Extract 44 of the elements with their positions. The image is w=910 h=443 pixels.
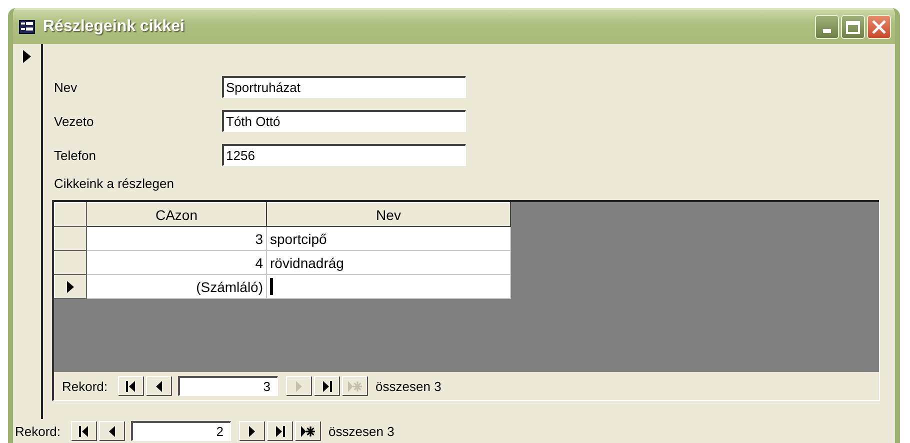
row-selector[interactable]: [54, 274, 86, 298]
column-header[interactable]: Nev: [266, 202, 510, 226]
column-header[interactable]: CAzon: [86, 202, 266, 226]
form-icon: [19, 20, 35, 34]
record-number-field[interactable]: 2: [130, 421, 231, 441]
last-record-button[interactable]: [266, 421, 293, 441]
window-title: Részlegeink cikkei: [43, 18, 186, 36]
previous-record-button[interactable]: [146, 376, 172, 396]
maximize-icon: [846, 20, 860, 34]
subform-label: Cikkeink a részlegen: [53, 176, 175, 193]
previous-record-button[interactable]: [98, 421, 125, 441]
first-record-button[interactable]: [118, 376, 144, 396]
close-button[interactable]: [867, 15, 891, 39]
field-label: Nev: [53, 80, 78, 94]
minimize-icon: [823, 29, 831, 33]
table-cell: 3: [86, 226, 266, 250]
new-record-icon: [300, 426, 315, 436]
record-label: Rekord:: [62, 378, 108, 394]
table-cell: 4: [86, 250, 266, 274]
record-label: Rekord:: [15, 424, 61, 438]
field-label: Telefon: [53, 148, 97, 162]
text-field[interactable]: 1256: [222, 144, 466, 166]
first-record-icon: [124, 380, 138, 392]
text-field[interactable]: Sportruházat: [222, 76, 466, 98]
close-icon: [872, 20, 886, 34]
select-all-cell[interactable]: [54, 202, 86, 226]
text-field[interactable]: Tóth Ottó: [222, 110, 466, 132]
last-record-button[interactable]: [314, 376, 340, 396]
table-cell: sportcipő: [266, 226, 510, 250]
current-row-icon: [67, 280, 74, 292]
first-record-icon: [76, 426, 91, 436]
text-cursor: [270, 278, 273, 296]
table-cell: (Számláló): [86, 274, 266, 298]
maximize-button[interactable]: [841, 15, 865, 39]
field-label: Vezeto: [53, 114, 95, 128]
first-record-button[interactable]: [70, 421, 97, 441]
table-cell: rövidnadrág: [266, 250, 510, 274]
new-record-icon: [348, 380, 362, 392]
record-count: összesen 3: [376, 378, 442, 394]
minimize-button[interactable]: [815, 15, 839, 39]
record-count: összesen 3: [328, 424, 394, 438]
next-record-button[interactable]: [238, 421, 265, 441]
new-record-button[interactable]: [294, 421, 321, 441]
record-number-field[interactable]: 3: [178, 376, 278, 396]
